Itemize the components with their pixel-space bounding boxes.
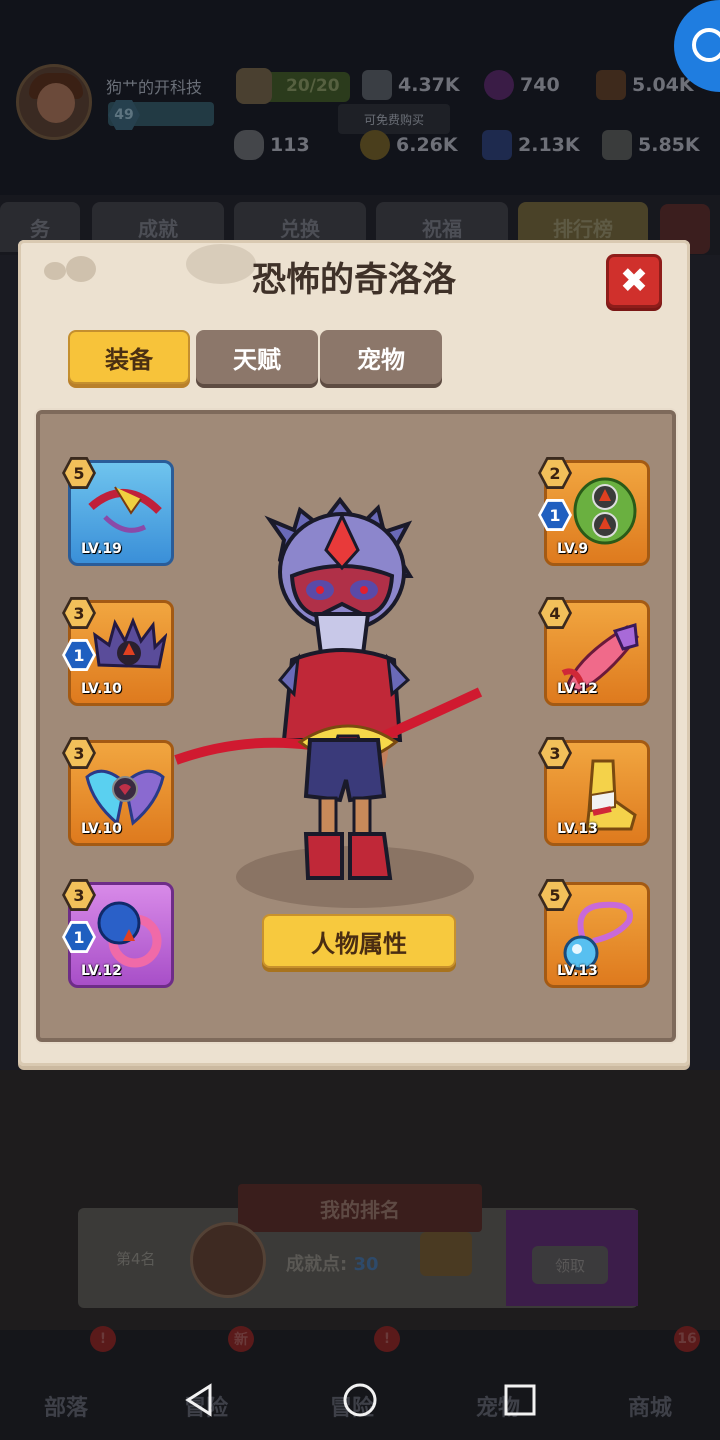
resource-stone[interactable]: 5.85K bbox=[602, 130, 700, 160]
system-recents-icon[interactable] bbox=[500, 1380, 540, 1420]
energy-counter[interactable]: 20/20 bbox=[236, 68, 350, 104]
claim-button[interactable]: 领取 bbox=[532, 1246, 608, 1284]
nav-adventure-badge: 新 bbox=[228, 1326, 254, 1352]
avatar-face bbox=[37, 83, 75, 123]
wing-armor-icon bbox=[85, 769, 165, 826]
my-rank-avatar bbox=[190, 1222, 266, 1298]
nav-shop-badge: 16 bbox=[674, 1326, 700, 1352]
bow-weapon-icon bbox=[88, 486, 162, 533]
stone-icon bbox=[602, 130, 632, 160]
player-avatar[interactable] bbox=[16, 64, 92, 140]
treasure-chest-icon bbox=[420, 1232, 472, 1276]
character-sprite bbox=[174, 496, 483, 880]
tab-equipment[interactable]: 装备 bbox=[68, 330, 190, 384]
resource-coin[interactable]: 6.26K bbox=[360, 130, 458, 160]
spiked-helmet-icon bbox=[93, 616, 167, 669]
my-rank-banner: 我的排名 bbox=[238, 1184, 482, 1232]
my-rank-points: 成就点: 30 bbox=[286, 1254, 379, 1275]
coin-icon bbox=[360, 130, 390, 160]
ring-icon bbox=[97, 901, 162, 968]
gamepad-icon bbox=[692, 28, 720, 62]
system-home-icon[interactable] bbox=[340, 1380, 380, 1420]
energy-add-icon[interactable] bbox=[236, 68, 272, 104]
system-back-icon[interactable] bbox=[180, 1380, 220, 1420]
tab-pet[interactable]: 宠物 bbox=[320, 330, 442, 384]
nav-shop[interactable]: 商城 bbox=[628, 1390, 672, 1422]
crystal-icon bbox=[482, 130, 512, 160]
my-rank-position: 第4名 bbox=[116, 1250, 156, 1268]
nav-tribe[interactable]: 部落 bbox=[44, 1390, 88, 1422]
resource-bone[interactable]: 113 bbox=[234, 130, 310, 160]
resource-wood[interactable]: 5.04K bbox=[596, 70, 694, 100]
character-attributes-button[interactable]: 人物属性 bbox=[262, 914, 456, 968]
nav-tribe-badge: ! bbox=[90, 1326, 116, 1352]
close-icon: ✖ bbox=[619, 261, 649, 301]
resource-purple-orb[interactable]: 740 bbox=[484, 70, 560, 100]
resource-gems[interactable]: 4.37K bbox=[362, 70, 460, 100]
modal-close-button[interactable]: ✖ bbox=[606, 254, 662, 308]
wood-icon bbox=[596, 70, 626, 100]
player-name: 狗艹的开科技 bbox=[106, 78, 203, 97]
nav-adventure-2-badge: ! bbox=[374, 1326, 400, 1352]
tab-talent[interactable]: 天赋 bbox=[196, 330, 318, 384]
gem-pile-icon bbox=[362, 70, 392, 100]
bone-icon bbox=[234, 130, 264, 160]
purple-orb-icon bbox=[484, 70, 514, 100]
game-screen: 狗艹的开科技 49 20/20 4.37K 740 5.04K 可免费购买 11… bbox=[0, 0, 720, 1440]
resource-crystal[interactable]: 2.13K bbox=[482, 130, 580, 160]
modal-title: 恐怖的奇洛洛 bbox=[252, 260, 456, 300]
